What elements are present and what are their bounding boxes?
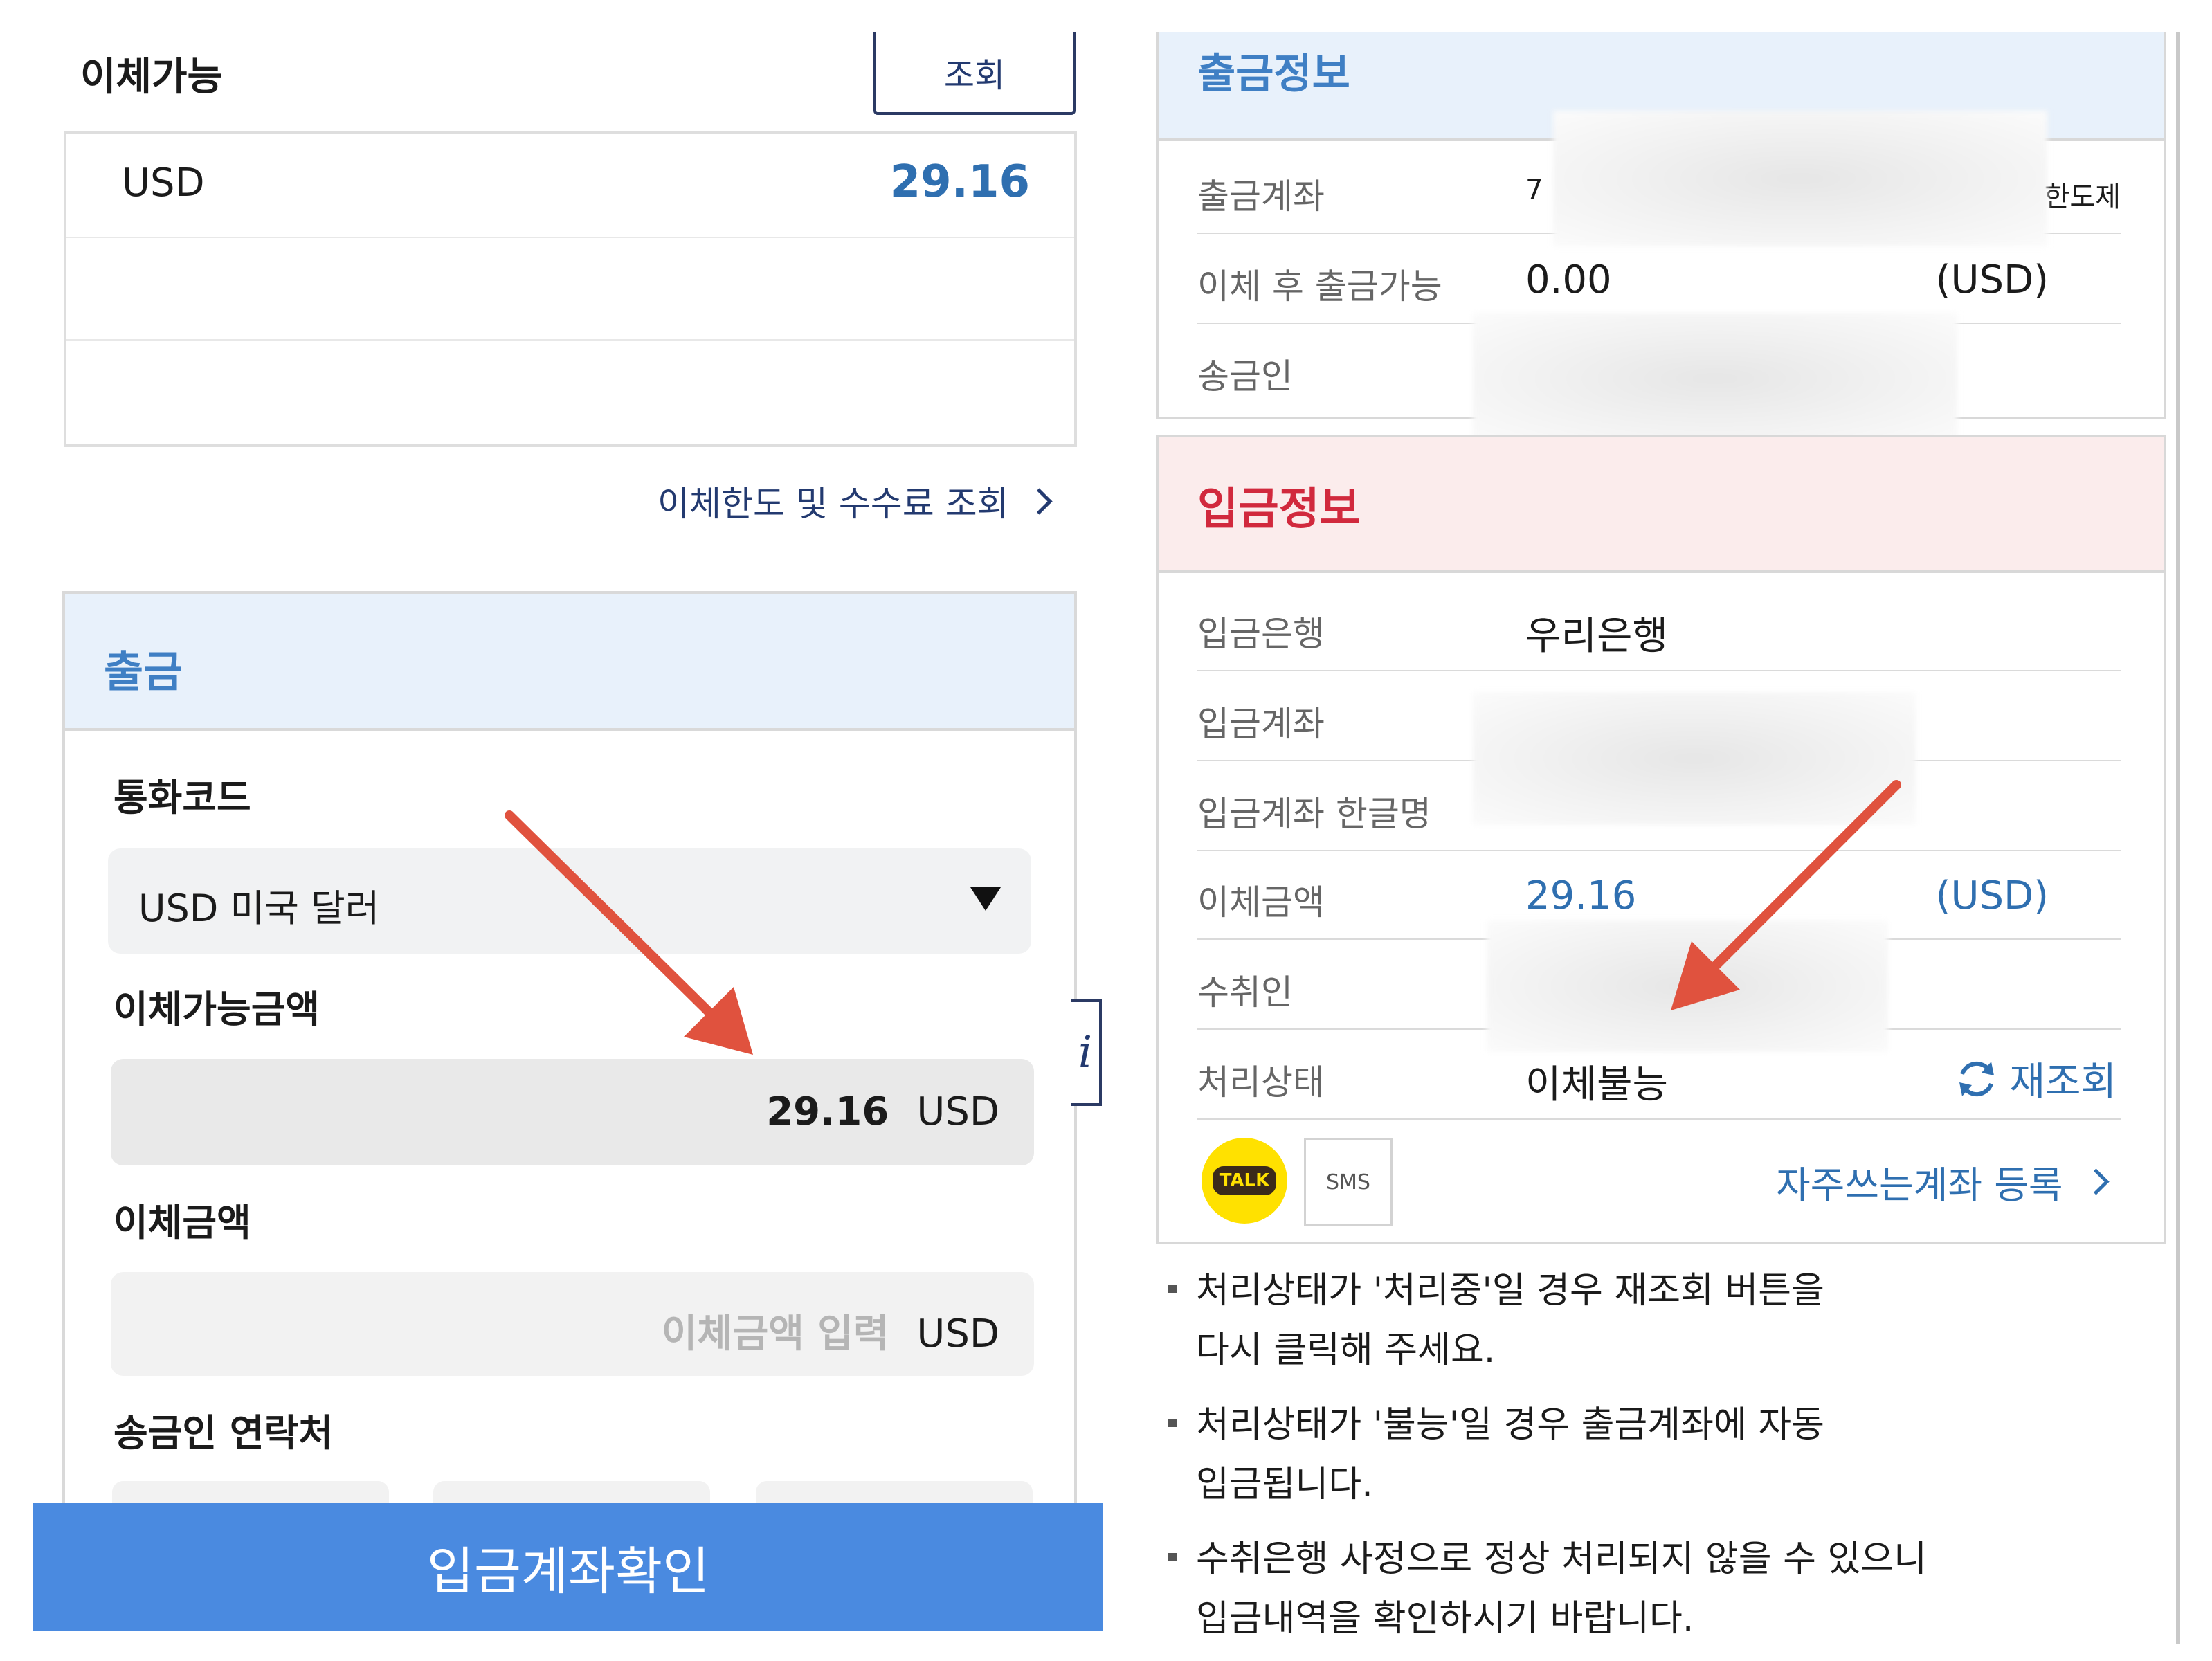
notice-line: 처리상태가 '불능'일 경우 출금계좌에 자동 bbox=[1196, 1404, 1824, 1446]
bullet-icon bbox=[1168, 1419, 1177, 1427]
sender-contact-label: 송금인 연락처 bbox=[114, 1411, 333, 1455]
refresh-label: 재조회 bbox=[2009, 1060, 2116, 1105]
withdraw-info-title: 출금정보 bbox=[1197, 50, 1350, 98]
kakaotalk-share-button[interactable]: TALK bbox=[1202, 1138, 1287, 1224]
redacted-blur bbox=[1473, 692, 1916, 825]
confirm-deposit-account-button[interactable]: 입금계좌확인 bbox=[33, 1503, 1103, 1631]
withdraw-section-header bbox=[65, 594, 1074, 731]
transfer-amount-unit: USD bbox=[916, 1311, 999, 1356]
redacted-blur bbox=[1487, 920, 1888, 1052]
currency-select[interactable]: USD 미국 달러 bbox=[108, 848, 1031, 954]
sms-share-button[interactable]: SMS bbox=[1304, 1138, 1393, 1226]
transfer-amount-info-label: 이체금액 bbox=[1197, 882, 1325, 923]
dropdown-caret-icon bbox=[970, 887, 1001, 911]
limit-fee-link-label: 이체한도 및 수수료 조회 bbox=[658, 484, 1009, 524]
notice-line: 처리상태가 '처리중'일 경우 재조회 버튼을 bbox=[1196, 1270, 1824, 1311]
limit-fee-link[interactable]: 이체한도 및 수수료 조회 bbox=[658, 476, 1053, 526]
available-amount-label: 이체가능금액 bbox=[114, 988, 320, 1031]
transfer-amount-input[interactable]: 이체금액 입력 USD bbox=[111, 1272, 1034, 1376]
chevron-right-icon bbox=[1026, 487, 1053, 515]
status-label: 처리상태 bbox=[1197, 1062, 1325, 1102]
notice-line: 다시 클릭해 주세요. bbox=[1196, 1329, 1496, 1371]
notice-item: 처리상태가 '처리중'일 경우 재조회 버튼을 다시 클릭해 주세요. bbox=[1168, 1261, 2082, 1380]
sender-label: 송금인 bbox=[1197, 356, 1293, 397]
balance-row-empty bbox=[66, 237, 1074, 341]
balance-table: USD 29.16 bbox=[64, 131, 1077, 447]
bullet-icon bbox=[1168, 1285, 1177, 1293]
deposit-account-label: 입금계좌 bbox=[1197, 704, 1325, 744]
balance-amount: 29.16 bbox=[889, 156, 1030, 208]
info-icon[interactable]: i bbox=[1071, 999, 1102, 1106]
sms-icon: SMS bbox=[1326, 1170, 1370, 1195]
notice-line: 수취은행 사정으로 정상 처리되지 않을 수 있으니 bbox=[1196, 1539, 1927, 1580]
balance-row: USD 29.16 bbox=[66, 134, 1074, 238]
available-amount-value: 29.16 bbox=[766, 1089, 889, 1134]
withdraw-account-label: 출금계좌 bbox=[1197, 176, 1325, 217]
transfer-amount-info-value: 29.16 bbox=[1525, 873, 1637, 918]
post-transfer-balance-unit: (USD) bbox=[1935, 257, 2049, 302]
post-transfer-balance-value: 0.00 bbox=[1525, 257, 1612, 302]
withdraw-account-prefix: 7 bbox=[1525, 174, 1543, 206]
notice-line: 입금됩니다. bbox=[1196, 1464, 1373, 1505]
currency-code-label: 통화코드 bbox=[114, 776, 251, 819]
deposit-info-title: 입금정보 bbox=[1197, 484, 1361, 535]
notice-item: 수취은행 사정으로 정상 처리되지 않을 수 있으니 입금내역을 확인하시기 바… bbox=[1168, 1530, 2082, 1649]
redacted-blur bbox=[1473, 313, 1957, 444]
deposit-bank-value: 우리은행 bbox=[1525, 614, 1669, 659]
transfer-amount-info-unit: (USD) bbox=[1935, 873, 2049, 918]
notice-item: 처리상태가 '불능'일 경우 출금계좌에 자동 입금됩니다. bbox=[1168, 1395, 2082, 1514]
balance-currency: USD bbox=[122, 161, 205, 206]
post-transfer-balance-label: 이체 후 출금가능 bbox=[1197, 266, 1442, 307]
refresh-button[interactable]: 재조회 bbox=[1954, 1051, 2116, 1107]
refresh-icon bbox=[1959, 1061, 1995, 1096]
chevron-right-icon bbox=[2083, 1168, 2110, 1195]
query-button[interactable]: 조회 bbox=[873, 32, 1076, 115]
deposit-bank-row: 입금은행 우리은행 bbox=[1197, 580, 2121, 671]
transfer-amount-placeholder: 이체금액 입력 bbox=[661, 1311, 889, 1356]
available-amount-field: 29.16 USD bbox=[111, 1059, 1034, 1165]
register-favorite-account-link[interactable]: 자주쓰는계좌 등록 bbox=[1776, 1154, 2110, 1209]
redacted-blur bbox=[1553, 111, 2047, 246]
balance-row-empty bbox=[66, 339, 1074, 442]
withdraw-account-suffix: 한도제 bbox=[2044, 181, 2121, 213]
available-amount-unit: USD bbox=[916, 1089, 999, 1134]
right-edge-divider bbox=[2176, 32, 2180, 1644]
currency-select-value: USD 미국 달러 bbox=[138, 887, 380, 930]
deposit-account-name-label: 입금계좌 한글명 bbox=[1197, 794, 1431, 834]
deposit-bank-label: 입금은행 bbox=[1197, 614, 1325, 654]
recipient-label: 수취인 bbox=[1197, 972, 1293, 1013]
bullet-icon bbox=[1168, 1553, 1177, 1561]
transferable-title: 이체가능 bbox=[80, 55, 224, 100]
withdraw-section-title: 출금 bbox=[104, 646, 183, 697]
status-value: 이체불능 bbox=[1525, 1062, 1669, 1107]
register-favorite-account-label: 자주쓰는계좌 등록 bbox=[1776, 1163, 2063, 1207]
notice-line: 입금내역을 확인하시기 바랍니다. bbox=[1196, 1598, 1694, 1640]
talk-icon: TALK bbox=[1212, 1166, 1277, 1195]
transfer-amount-label: 이체금액 bbox=[114, 1201, 251, 1244]
